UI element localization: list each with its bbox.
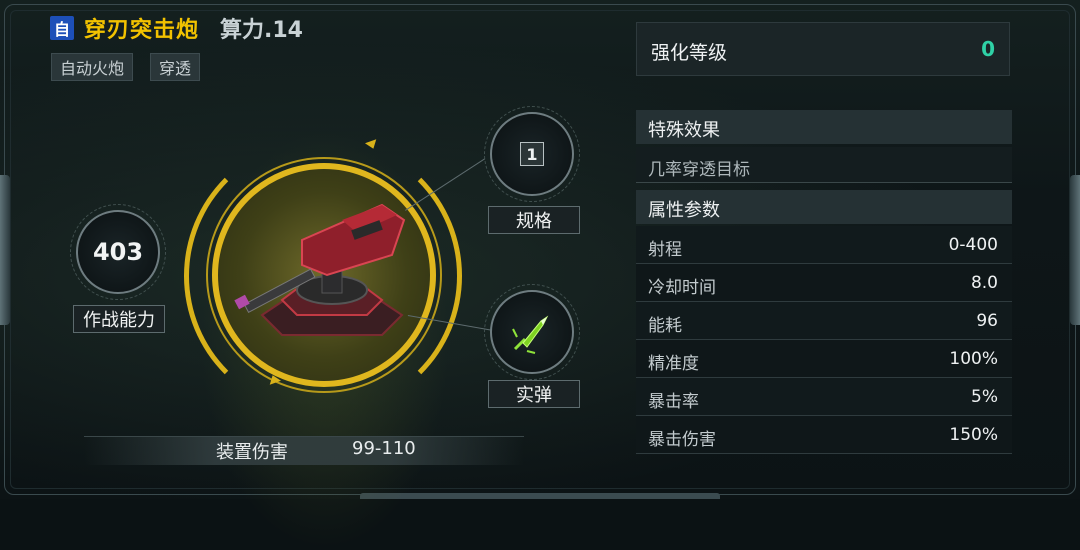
attr-value: 0-400 — [948, 235, 998, 255]
attr-value: 96 — [976, 311, 998, 331]
device-damage-label: 装置伤害 — [216, 442, 288, 463]
attr-value: 100% — [949, 349, 998, 369]
special-effect-row: 几率穿透目标 — [636, 147, 1012, 183]
turret-image — [234, 203, 406, 336]
right-edge-handle — [1070, 175, 1080, 325]
power-level: 算力.14 — [220, 18, 303, 43]
attr-row-energy: 能耗 96 — [636, 302, 1012, 340]
combat-power-label: 作战能力 — [73, 305, 165, 333]
weapon-name: 穿刃突击炮 — [84, 18, 200, 43]
enhance-level-value: 0 — [981, 37, 995, 61]
attributes-title: 属性参数 — [648, 200, 720, 221]
combat-power-circle: 403 — [70, 204, 166, 300]
spec-circle: 1 — [484, 106, 580, 202]
auto-badge: 自 — [50, 16, 74, 40]
attr-name: 精准度 — [648, 354, 699, 374]
enhance-level-label: 强化等级 — [651, 42, 728, 64]
combat-power-value: 403 — [92, 238, 144, 266]
attr-value: 150% — [949, 425, 998, 445]
spec-value: 1 — [520, 142, 544, 166]
ammo-type-label: 实弹 — [488, 380, 580, 408]
ammo-bullet-icon — [512, 315, 549, 354]
attr-row-accuracy: 精准度 100% — [636, 340, 1012, 378]
ammo-circle — [484, 284, 580, 380]
tag-penetration: 穿透 — [150, 53, 201, 81]
enhance-level-box: 强化等级 0 — [636, 22, 1010, 76]
attr-value: 8.0 — [970, 273, 998, 293]
attr-row-crit-damage: 暴击伤害 150% — [636, 416, 1012, 454]
attr-row-crit-rate: 暴击率 5% — [636, 378, 1012, 416]
device-damage-row — [84, 436, 524, 465]
weapon-detail-panel: 自 穿刃突击炮 算力.14 自动火炮 穿透 403 作战能力 1 规格 实弹 装… — [0, 0, 1080, 550]
attributes-header: 属性参数 — [636, 190, 1012, 224]
attr-name: 冷却时间 — [648, 278, 716, 298]
attr-name: 能耗 — [648, 316, 682, 336]
attr-row-cooldown: 冷却时间 8.0 — [636, 264, 1012, 302]
attr-name: 射程 — [648, 240, 682, 260]
tag-autocannon: 自动火炮 — [51, 53, 134, 81]
attr-value: 5% — [971, 387, 998, 407]
special-effect-text: 几率穿透目标 — [648, 160, 750, 180]
special-effect-title: 特殊效果 — [648, 120, 720, 141]
device-damage-value: 99-110 — [352, 438, 416, 459]
attr-name: 暴击率 — [648, 392, 699, 412]
spec-label: 规格 — [488, 206, 580, 234]
attr-name: 暴击伤害 — [648, 430, 716, 450]
attributes-table: 射程 0-400 冷却时间 8.0 能耗 96 精准度 100% 暴击率 5% … — [636, 226, 1012, 454]
special-effect-header: 特殊效果 — [636, 110, 1012, 144]
left-edge-handle — [0, 175, 10, 325]
attr-row-range: 射程 0-400 — [636, 226, 1012, 264]
